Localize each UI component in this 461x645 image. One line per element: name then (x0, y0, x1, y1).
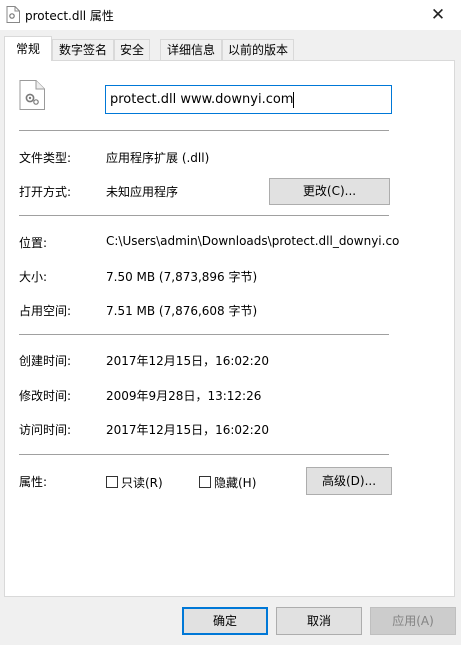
divider (19, 130, 389, 131)
tab-security[interactable]: 安全 (114, 39, 150, 60)
file-type-label: 文件类型: (19, 151, 72, 165)
tab-general[interactable]: 常规 (4, 36, 52, 61)
divider (19, 334, 389, 335)
size-value: 7.50 MB (7,873,896 字节) (106, 270, 258, 284)
created-value: 2017年12月15日，16:02:20 (106, 354, 269, 368)
apply-button[interactable]: 应用(A) (370, 607, 456, 635)
dll-file-icon (19, 80, 45, 110)
created-label: 创建时间: (19, 354, 72, 368)
dll-file-icon (6, 6, 20, 23)
text-cursor (293, 91, 295, 108)
readonly-checkbox[interactable] (106, 476, 118, 488)
close-icon: ✕ (430, 5, 446, 25)
tab-panel-general (4, 60, 455, 597)
ok-button[interactable]: 确定 (182, 607, 268, 635)
cancel-button[interactable]: 取消 (276, 607, 362, 635)
readonly-checkbox-label[interactable]: 只读(R) (121, 474, 163, 491)
filename-text: protect.dll www.downyi.com (110, 92, 294, 107)
title-bar: protect.dll 属性 ✕ (0, 0, 461, 30)
window-title: protect.dll 属性 (25, 9, 114, 23)
attributes-label: 属性: (19, 475, 48, 489)
opens-with-value: 未知应用程序 (106, 185, 179, 199)
disk-size-value: 7.51 MB (7,876,608 字节) (106, 304, 258, 318)
advanced-button[interactable]: 高级(D)... (306, 467, 392, 495)
modified-value: 2009年9月28日，13:12:26 (106, 389, 262, 403)
hidden-checkbox-label[interactable]: 隐藏(H) (214, 474, 256, 491)
divider (19, 215, 389, 216)
change-button[interactable]: 更改(C)... (269, 178, 390, 205)
location-value: C:\Users\admin\Downloads\protect.dll_dow… (106, 234, 400, 248)
location-label: 位置: (19, 236, 48, 250)
opens-with-label: 打开方式: (19, 185, 72, 199)
accessed-label: 访问时间: (19, 423, 72, 437)
size-label: 大小: (19, 270, 48, 284)
divider (19, 454, 389, 455)
tab-digital-signatures[interactable]: 数字签名 (52, 39, 114, 60)
disk-size-label: 占用空间: (19, 304, 72, 318)
hidden-checkbox[interactable] (199, 476, 211, 488)
filename-input[interactable]: protect.dll www.downyi.com (105, 85, 392, 114)
modified-label: 修改时间: (19, 389, 72, 403)
accessed-value: 2017年12月15日，16:02:20 (106, 423, 269, 437)
file-type-value: 应用程序扩展 (.dll) (106, 151, 210, 165)
tab-previous-versions[interactable]: 以前的版本 (222, 39, 294, 60)
close-button[interactable]: ✕ (415, 0, 461, 30)
tab-details[interactable]: 详细信息 (160, 39, 222, 60)
